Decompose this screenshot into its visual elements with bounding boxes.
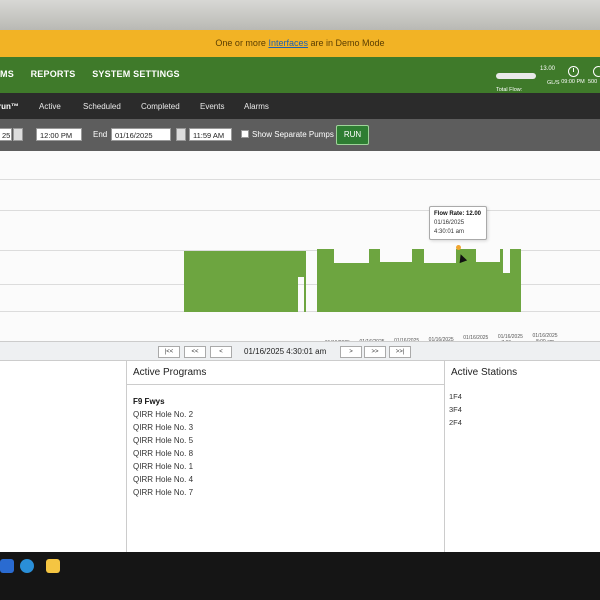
- tab-alarms[interactable]: Alarms: [244, 102, 269, 111]
- nav-menu: MS REPORTS SYSTEM SETTINGS: [0, 69, 194, 79]
- start-calendar-icon[interactable]: [13, 128, 23, 141]
- end-time-field[interactable]: 11:59 AM: [189, 128, 232, 141]
- program-item: QIRR Hole No. 4: [133, 475, 194, 484]
- pager-date: 01/16/2025 4:30:01 am: [244, 347, 327, 356]
- active-programs-list: F9 Fwys QIRR Hole No. 2 QIRR Hole No. 3 …: [127, 385, 444, 509]
- main-nav: MS REPORTS SYSTEM SETTINGS 13.00 Total F…: [0, 57, 600, 93]
- sub-nav: run™ Active Scheduled Completed Events A…: [0, 93, 600, 119]
- start-date-field[interactable]: 25: [0, 128, 12, 141]
- program-item: F9 Fwys: [133, 397, 165, 406]
- program-item: QIRR Hole No. 7: [133, 488, 194, 497]
- windows-start-icon[interactable]: [0, 559, 14, 573]
- clock-widget[interactable]: 09:00 PM: [560, 66, 586, 85]
- edge-browser-icon[interactable]: [20, 559, 34, 573]
- next-button[interactable]: >: [340, 346, 362, 358]
- monitor-bezel-bottom: [0, 552, 600, 600]
- end-calendar-icon[interactable]: [176, 128, 186, 141]
- monitor-bezel-top: [0, 0, 600, 30]
- tab-flowrun[interactable]: run™: [0, 102, 19, 111]
- taskbar: [0, 556, 80, 578]
- program-item: QIRR Hole No. 5: [133, 436, 194, 445]
- flow-area: [184, 251, 298, 312]
- date-range-toolbar: 25 12:00 PM End 01/16/2025 11:59 AM Show…: [0, 119, 600, 151]
- first-page-button[interactable]: |<<: [158, 346, 180, 358]
- station-item: 3F4: [449, 405, 462, 414]
- flow-dip: [503, 249, 510, 273]
- flow-dip: [424, 249, 456, 263]
- program-item: QIRR Hole No. 3: [133, 423, 194, 432]
- run-button[interactable]: RUN: [336, 125, 369, 145]
- total-flow-max: 13.00: [540, 66, 556, 72]
- flow-area: [304, 251, 306, 312]
- tab-scheduled[interactable]: Scheduled: [83, 102, 121, 111]
- active-programs-panel: Active Programs F9 Fwys QIRR Hole No. 2 …: [127, 361, 445, 552]
- flow-dip: [476, 249, 500, 262]
- clock-time: 09:00 PM: [561, 79, 585, 85]
- gridline: [0, 210, 600, 211]
- active-programs-title: Active Programs: [127, 361, 444, 385]
- flow-tooltip: Flow Rate: 12.00 01/16/2025 4:30:01 am: [429, 206, 487, 240]
- tooltip-flow-rate: Flow Rate: 12.00: [434, 211, 482, 217]
- total-flow-bar: [496, 73, 536, 79]
- tooltip-time: 4:30:01 am: [434, 229, 465, 235]
- next-page-button[interactable]: >>: [364, 346, 386, 358]
- separate-pumps-label: Show Separate Pumps: [252, 130, 334, 139]
- nav-item-reports[interactable]: REPORTS: [31, 69, 76, 79]
- station-item: 1F4: [449, 392, 462, 401]
- highlight-marker: [456, 245, 461, 250]
- gridline: [0, 179, 600, 180]
- time-pager: |<< << < 01/16/2025 4:30:01 am > >> >>|: [0, 341, 600, 361]
- nav-item-programs[interactable]: MS: [0, 69, 14, 79]
- end-date-field[interactable]: 01/16/2025: [111, 128, 171, 141]
- program-item: QIRR Hole No. 2: [133, 410, 194, 419]
- flow-dip: [334, 249, 369, 263]
- station-item: 2F4: [449, 418, 462, 427]
- tab-active[interactable]: Active: [39, 102, 61, 111]
- separate-pumps-checkbox[interactable]: [241, 130, 249, 138]
- clock-icon: [567, 66, 579, 77]
- status-widget-cut[interactable]: 500: [588, 66, 600, 85]
- end-label: End: [93, 130, 108, 139]
- prev-button[interactable]: <: [210, 346, 232, 358]
- app-screen: One or more Interfaces are in Demo Mode …: [0, 30, 600, 552]
- status-icon: [592, 66, 600, 77]
- program-item: QIRR Hole No. 1: [133, 462, 194, 471]
- total-flow-unit: GL/S: [547, 80, 560, 86]
- left-panel: [0, 361, 127, 552]
- tab-completed[interactable]: Completed: [141, 102, 180, 111]
- demo-mode-banner: One or more Interfaces are in Demo Mode: [0, 30, 600, 57]
- banner-prefix: One or more: [215, 38, 266, 48]
- flow-dip: [380, 249, 412, 262]
- interfaces-link[interactable]: Interfaces: [268, 38, 308, 48]
- flow-chart[interactable]: Flow Rate: 12.00 01/16/2025 4:30:01 am 0…: [0, 151, 600, 371]
- start-time-field[interactable]: 12:00 PM: [36, 128, 82, 141]
- program-item: QIRR Hole No. 8: [133, 449, 194, 458]
- last-page-button[interactable]: >>|: [389, 346, 411, 358]
- tab-events[interactable]: Events: [200, 102, 224, 111]
- status-label: 500: [588, 79, 598, 85]
- banner-suffix: are in Demo Mode: [310, 38, 385, 48]
- active-stations-title: Active Stations: [451, 367, 518, 378]
- nav-item-system-settings[interactable]: SYSTEM SETTINGS: [92, 69, 180, 79]
- tooltip-date: 01/16/2025: [434, 220, 465, 226]
- prev-page-button[interactable]: <<: [184, 346, 206, 358]
- active-stations-panel: Active Stations 1F4 3F4 2F4: [445, 361, 600, 552]
- file-explorer-icon[interactable]: [46, 559, 60, 573]
- active-stations-list: 1F4 3F4 2F4: [445, 384, 600, 435]
